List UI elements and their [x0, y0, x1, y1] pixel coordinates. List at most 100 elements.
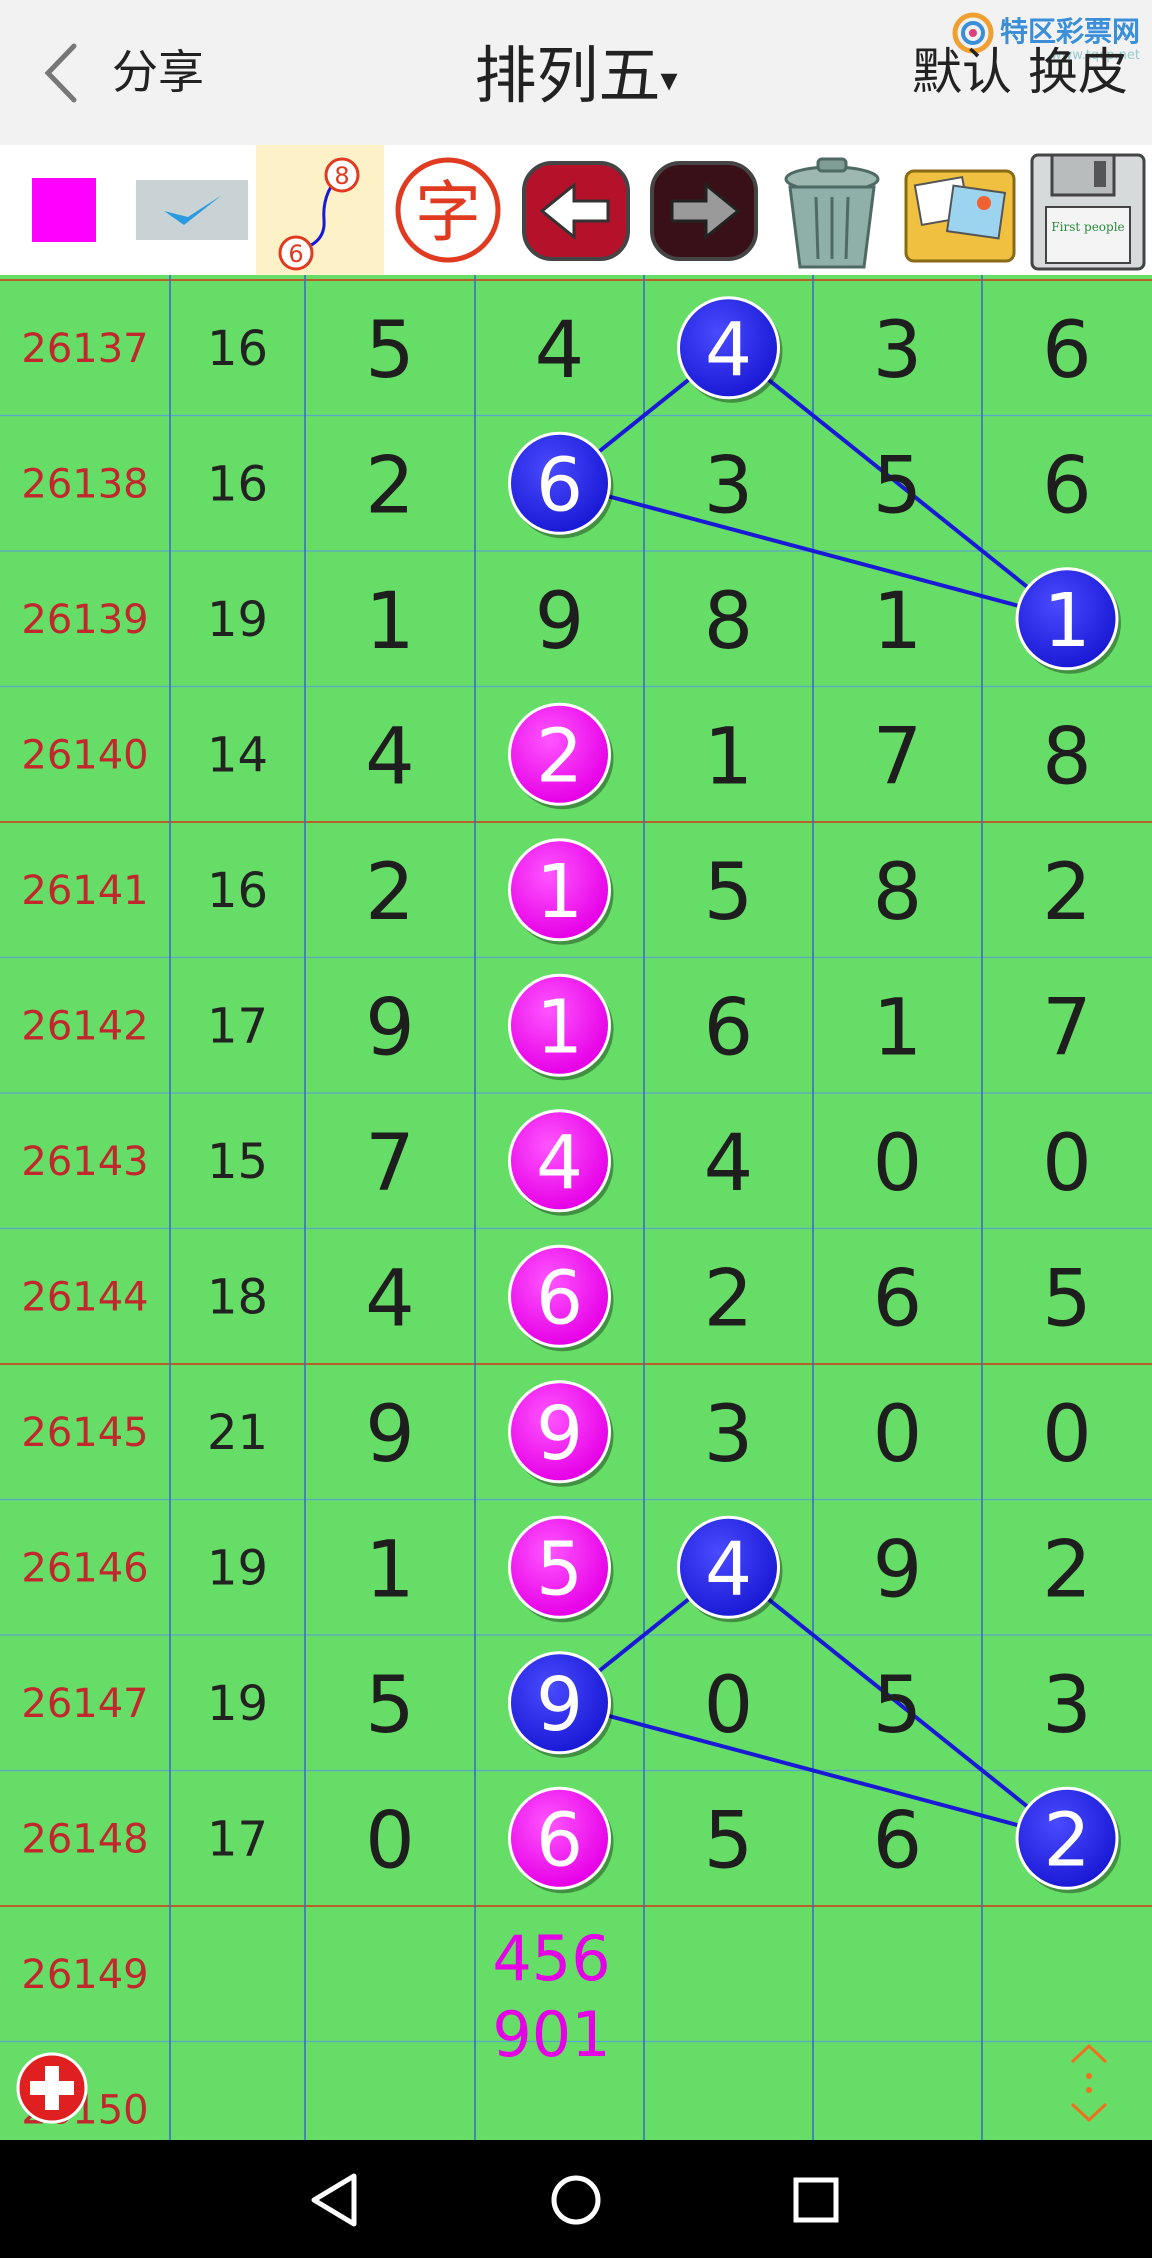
draw-digit[interactable]: 3	[873, 306, 923, 396]
draw-digit[interactable]: 6	[873, 1796, 923, 1886]
sum-value: 14	[207, 727, 268, 783]
arrow-left-icon	[522, 161, 630, 261]
add-button[interactable]	[14, 2050, 90, 2126]
issue-number: 26140	[21, 732, 148, 778]
draw-digit[interactable]: 5	[365, 306, 415, 396]
square-recents-icon	[793, 2177, 839, 2223]
draw-digit[interactable]: 6	[1042, 441, 1092, 531]
ball-digit: 9	[536, 1391, 583, 1477]
sum-value: 15	[207, 1134, 268, 1190]
change-skin-button[interactable]: 换皮	[1028, 42, 1128, 102]
tool-num-8: 8	[334, 162, 349, 190]
draw-digit[interactable]: 0	[873, 1119, 923, 1209]
scroll-arrows-icon[interactable]	[1064, 2040, 1114, 2126]
draw-digit[interactable]: 9	[365, 1390, 415, 1480]
title-text: 排列五	[474, 39, 661, 112]
draw-digit[interactable]: 2	[365, 441, 415, 531]
sum-value: 19	[207, 1676, 268, 1732]
draw-digit[interactable]: 0	[365, 1796, 415, 1886]
draw-digit[interactable]: 0	[1042, 1390, 1092, 1480]
system-navbar	[0, 2140, 1152, 2258]
draw-digit[interactable]: 2	[1042, 848, 1092, 938]
draw-digit[interactable]: 5	[704, 848, 754, 938]
character-icon: 字	[395, 157, 501, 263]
draw-digit[interactable]: 5	[1042, 1254, 1092, 1344]
draw-digit[interactable]: 6	[1042, 306, 1092, 396]
ball-digit: 1	[536, 849, 583, 935]
draw-digit[interactable]: 3	[704, 441, 754, 531]
draw-digit[interactable]: 9	[365, 983, 415, 1073]
draw-digit[interactable]: 0	[873, 1390, 923, 1480]
draw-digit[interactable]: 5	[365, 1661, 415, 1751]
issue-number: 26149	[21, 1952, 148, 1998]
draw-digit[interactable]: 1	[365, 1525, 415, 1615]
draw-digit[interactable]: 0	[1042, 1119, 1092, 1209]
draw-digit[interactable]: 5	[873, 441, 923, 531]
check-icon	[136, 180, 248, 240]
ball-digit: 9	[536, 1662, 583, 1748]
default-button[interactable]: 默认	[912, 42, 1012, 102]
draw-digit[interactable]: 3	[1042, 1661, 1092, 1751]
arrow-right-icon	[650, 161, 758, 261]
draw-digit[interactable]: 7	[873, 712, 923, 802]
text-tool[interactable]: 字	[384, 145, 512, 275]
ball-digit: 6	[536, 442, 583, 528]
issue-number: 26138	[21, 461, 148, 507]
dropdown-caret-icon: ▾	[660, 59, 678, 100]
draw-digit[interactable]: 6	[873, 1254, 923, 1344]
color-swatch-tool[interactable]	[0, 145, 128, 275]
issue-number: 26137	[21, 326, 148, 372]
draw-digit[interactable]: 0	[704, 1661, 754, 1751]
draw-digit[interactable]: 9	[873, 1525, 923, 1615]
draw-digit[interactable]: 7	[1042, 983, 1092, 1073]
draw-digit[interactable]: 9	[535, 577, 585, 667]
sum-value: 16	[207, 321, 268, 377]
draw-digit[interactable]: 4	[365, 712, 415, 802]
floppy-disk-icon: First people	[1030, 153, 1146, 271]
ball-digit: 2	[1043, 1797, 1090, 1883]
delete-tool[interactable]	[768, 145, 896, 275]
issue-number: 26141	[21, 868, 148, 914]
draw-digit[interactable]: 7	[365, 1119, 415, 1209]
sum-value: 16	[207, 456, 268, 512]
draw-digit[interactable]: 1	[704, 712, 754, 802]
draw-digit[interactable]: 1	[873, 983, 923, 1073]
draw-digit[interactable]: 5	[873, 1661, 923, 1751]
magenta-square-icon	[32, 178, 96, 242]
gallery-tool[interactable]	[896, 145, 1024, 275]
draw-digit[interactable]: 4	[704, 1119, 754, 1209]
draw-digit[interactable]: 2	[365, 848, 415, 938]
ball-digit: 6	[536, 1797, 583, 1883]
tool-text-label: 字	[415, 174, 481, 251]
undo-tool[interactable]	[512, 145, 640, 275]
ball-digit: 1	[536, 984, 583, 1070]
draw-digit[interactable]: 3	[704, 1390, 754, 1480]
redo-tool[interactable]	[640, 145, 768, 275]
lottery-trend-grid[interactable]: 26137 16 5 4 4 3 626138 16 2 6 3 5 626139 19 1 9 8 1 12614…	[0, 275, 1152, 2140]
draw-digit[interactable]: 1	[873, 577, 923, 667]
ball-digit: 4	[705, 1526, 752, 1612]
ball-digit: 2	[536, 713, 583, 799]
draw-digit[interactable]: 5	[704, 1796, 754, 1886]
save-tool[interactable]: First people	[1024, 145, 1152, 275]
nav-home-button[interactable]	[536, 2160, 616, 2240]
draw-digit[interactable]: 4	[365, 1254, 415, 1344]
triangle-back-icon	[311, 2173, 357, 2227]
draw-digit[interactable]: 4	[535, 306, 585, 396]
connect-line-tool[interactable]: 8 6	[256, 145, 384, 275]
draw-digit[interactable]: 2	[1042, 1525, 1092, 1615]
draw-digit[interactable]: 6	[704, 983, 754, 1073]
draw-digit[interactable]: 8	[704, 577, 754, 667]
checkmark-tool[interactable]	[128, 145, 256, 275]
photos-icon	[904, 169, 1016, 263]
nav-recents-button[interactable]	[776, 2160, 856, 2240]
draw-digit[interactable]: 1	[365, 577, 415, 667]
issue-number: 26148	[21, 1816, 148, 1862]
nav-back-button[interactable]	[296, 2160, 376, 2240]
draw-digit[interactable]: 2	[704, 1254, 754, 1344]
circle-home-icon	[551, 2175, 601, 2225]
draw-digit[interactable]: 8	[873, 848, 923, 938]
trash-icon	[784, 157, 880, 269]
ball-digit: 4	[536, 1120, 583, 1206]
draw-digit[interactable]: 8	[1042, 712, 1092, 802]
